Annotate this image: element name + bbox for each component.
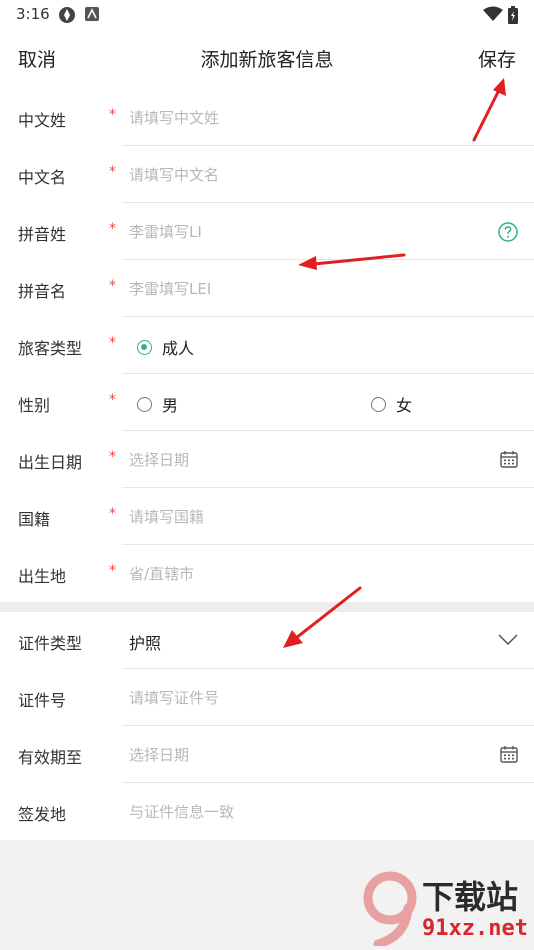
adult-radio[interactable]: 成人 xyxy=(137,335,194,359)
birth-date-picker[interactable]: 选择日期 xyxy=(129,449,489,470)
document-info-section: 证件类型 护照 证件号 请填写证件号 有效期至 选择日期 签发地 与证件信息一致 xyxy=(0,612,534,840)
valid-until-row: 有效期至 选择日期 xyxy=(0,726,534,783)
required-mark: * xyxy=(109,164,116,180)
pinyin-surname-label: 拼音姓 xyxy=(18,225,67,244)
status-time: 3:16 xyxy=(16,5,50,23)
traveler-type-label: 旅客类型 xyxy=(18,339,83,358)
male-radio-label: 男 xyxy=(162,396,179,415)
save-button[interactable]: 保存 xyxy=(478,45,516,72)
issue-place-row: 签发地 与证件信息一致 xyxy=(0,783,534,840)
adult-radio-label: 成人 xyxy=(162,339,195,358)
required-mark: * xyxy=(109,563,116,579)
nationality-label: 国籍 xyxy=(18,510,51,529)
text-notification-icon xyxy=(85,7,99,21)
required-mark: * xyxy=(109,506,116,522)
issue-place-label: 签发地 xyxy=(18,805,67,824)
nationality-row: 国籍 * 请填写国籍 xyxy=(0,488,534,545)
site-watermark: 下载站 91xz.net xyxy=(360,868,530,948)
nationality-input[interactable]: 请填写国籍 xyxy=(129,506,489,527)
id-type-row[interactable]: 证件类型 护照 xyxy=(0,612,534,669)
watermark-logo xyxy=(363,871,417,946)
chinese-surname-label: 中文姓 xyxy=(18,111,67,130)
required-mark: * xyxy=(109,221,116,237)
traveler-type-row: 旅客类型 * 成人 xyxy=(0,317,534,374)
chinese-surname-row: 中文姓 * 请填写中文姓 xyxy=(0,89,534,146)
annotation-arrow-id-type xyxy=(283,586,362,648)
birthplace-input[interactable]: 省/直辖市 xyxy=(129,563,489,584)
section-gap xyxy=(0,602,534,612)
pinyin-given-name-row: 拼音名 * 李雷填写LEI xyxy=(0,260,534,317)
id-number-row: 证件号 请填写证件号 xyxy=(0,669,534,726)
birth-date-label: 出生日期 xyxy=(18,453,83,472)
issue-place-input[interactable]: 与证件信息一致 xyxy=(129,801,489,822)
personal-info-section: 中文姓 * 请填写中文姓 中文名 * 请填写中文名 拼音姓 * 李雷填写LI 拼… xyxy=(0,88,534,602)
chevron-down-icon[interactable] xyxy=(498,634,518,646)
radio-unchecked-icon xyxy=(371,396,386,412)
chinese-surname-input[interactable]: 请填写中文姓 xyxy=(129,107,489,128)
annotation-arrow-save xyxy=(472,78,506,142)
valid-until-label: 有效期至 xyxy=(18,748,83,767)
radio-checked-icon xyxy=(137,339,152,355)
pinyin-surname-row: 拼音姓 * 李雷填写LI xyxy=(0,203,534,260)
id-number-label: 证件号 xyxy=(18,691,67,710)
pinyin-surname-input[interactable]: 李雷填写LI xyxy=(129,221,489,242)
gender-row: 性别 * 男 女 xyxy=(0,374,534,431)
required-mark: * xyxy=(109,107,116,123)
status-bar: 3:16 xyxy=(0,0,534,28)
female-radio[interactable]: 女 xyxy=(371,392,412,416)
chinese-given-name-label: 中文名 xyxy=(18,168,67,187)
help-icon[interactable] xyxy=(498,222,518,242)
wifi-icon xyxy=(483,6,503,21)
watermark-brand: 下载站 xyxy=(422,878,519,916)
battery-icon xyxy=(508,6,518,24)
required-mark: * xyxy=(109,449,116,465)
chinese-given-name-input[interactable]: 请填写中文名 xyxy=(129,164,489,185)
watermark-domain: 91xz.net xyxy=(422,916,528,941)
required-mark: * xyxy=(109,335,116,351)
pinyin-given-name-input[interactable]: 李雷填写LEI xyxy=(129,278,489,299)
page-title: 添加新旅客信息 xyxy=(200,49,334,71)
pinyin-given-name-label: 拼音名 xyxy=(18,282,67,301)
chinese-given-name-row: 中文名 * 请填写中文名 xyxy=(0,146,534,203)
birthplace-row: 出生地 * 省/直辖市 xyxy=(0,545,534,602)
birthplace-label: 出生地 xyxy=(18,567,67,586)
calendar-icon[interactable] xyxy=(500,745,518,763)
calendar-icon[interactable] xyxy=(500,450,518,468)
female-radio-label: 女 xyxy=(396,396,413,415)
radio-unchecked-icon xyxy=(137,396,152,412)
birth-date-row: 出生日期 * 选择日期 xyxy=(0,431,534,488)
required-mark: * xyxy=(109,278,116,294)
valid-until-picker[interactable]: 选择日期 xyxy=(129,744,489,765)
id-number-input[interactable]: 请填写证件号 xyxy=(129,687,489,708)
id-type-label: 证件类型 xyxy=(18,634,83,653)
app-notification-icon xyxy=(59,7,75,23)
required-mark: * xyxy=(109,392,116,408)
annotation-arrow-pinyin xyxy=(298,253,406,270)
gender-label: 性别 xyxy=(18,396,51,415)
header-bar: 取消 添加新旅客信息 保存 xyxy=(0,28,534,88)
id-type-value[interactable]: 护照 xyxy=(129,630,161,654)
male-radio[interactable]: 男 xyxy=(137,392,178,416)
